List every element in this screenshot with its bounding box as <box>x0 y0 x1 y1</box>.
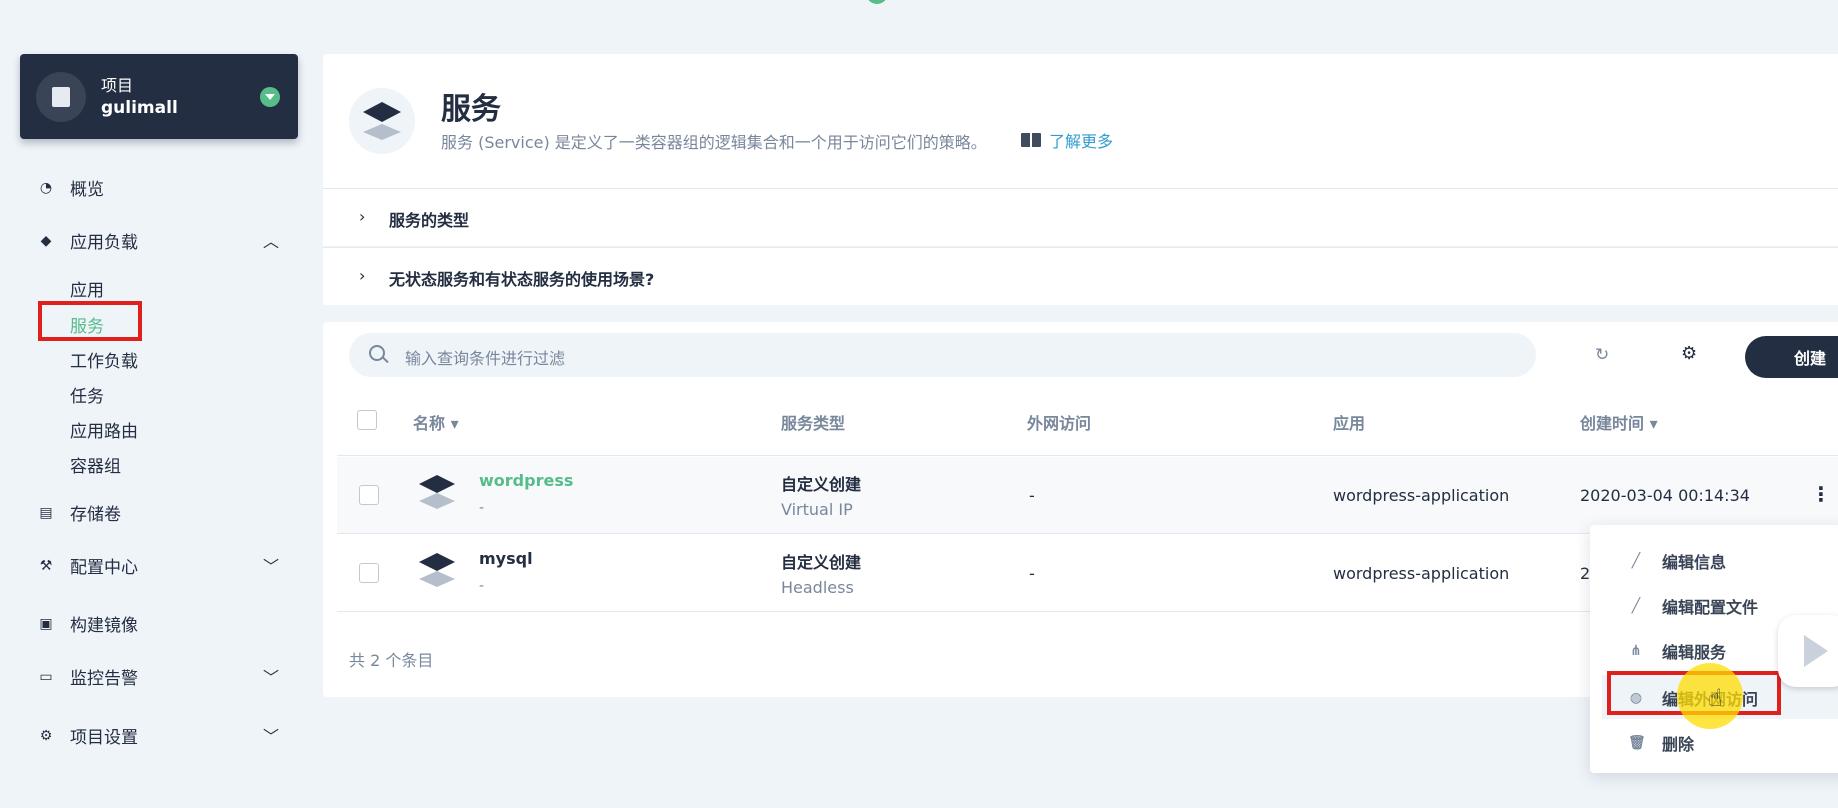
nav-settings-label: 项目设置 <box>70 728 138 748</box>
service-type-detail: Headless <box>781 578 854 597</box>
learn-more-label: 了解更多 <box>1049 132 1114 151</box>
menu-item-label: 编辑信息 <box>1662 553 1727 572</box>
nav-config[interactable]: ⚒ 配置中心 <box>38 553 138 579</box>
page-title: 服务 <box>441 92 501 127</box>
nav-overview[interactable]: ◔ 概览 <box>38 175 104 201</box>
column-name[interactable]: 名称 ▾ <box>413 410 459 434</box>
service-type: 自定义创建 <box>781 553 862 572</box>
nav-images[interactable]: ▣ 构建镜像 <box>38 611 138 637</box>
created-time: 2 <box>1580 564 1591 583</box>
row-checkbox[interactable] <box>359 563 379 583</box>
chevron-right-icon: › <box>359 266 366 285</box>
storage-icon: ▤ <box>39 504 53 521</box>
nav-workloads-label: 应用负载 <box>70 233 138 253</box>
project-label: 项目 <box>101 76 134 95</box>
nav-storage-label: 存储卷 <box>70 505 121 525</box>
nav-images-label: 构建镜像 <box>70 616 138 636</box>
monitor-icon: ▭ <box>39 668 53 685</box>
page-header: 服务 服务 (Service) 是定义了一类容器组的逻辑集合和一个用于访问它们的… <box>323 54 1838 188</box>
service-name-link[interactable]: mysql <box>479 549 533 568</box>
column-created[interactable]: 创建时间 ▾ <box>1580 410 1658 434</box>
sub-nav-jobs[interactable]: 任务 <box>70 382 104 407</box>
gear-icon: ⚙ <box>39 727 53 744</box>
service-icon <box>419 553 455 587</box>
nav-monitoring[interactable]: ▭ 监控告警 <box>38 664 138 690</box>
hand-cursor-icon: ☝ <box>1708 684 1723 712</box>
project-name: gulimall <box>101 98 178 118</box>
service-type-detail: Virtual IP <box>781 500 853 519</box>
search-input[interactable]: 输入查询条件进行过滤 <box>349 333 1536 377</box>
menu-edit-info[interactable]: ╱ 编辑信息 <box>1628 549 1726 573</box>
service-name-link[interactable]: wordpress <box>479 471 573 490</box>
gear-icon[interactable]: ⚙ <box>1681 343 1697 364</box>
sub-nav-apps[interactable]: 应用 <box>70 276 104 301</box>
book-icon <box>1021 133 1041 147</box>
accordion-label: 无状态服务和有状态服务的使用场景? <box>389 270 655 289</box>
search-icon <box>369 345 385 361</box>
service-subtext: - <box>479 500 485 516</box>
project-icon <box>36 72 86 122</box>
refresh-icon[interactable]: ↻ <box>1595 345 1609 365</box>
external-access: - <box>1029 564 1035 583</box>
column-name-label: 名称 <box>413 414 446 433</box>
project-selector[interactable]: 项目 gulimall <box>20 54 298 139</box>
accordion-usage-scenarios[interactable]: › 无状态服务和有状态服务的使用场景? <box>323 247 1838 305</box>
external-access: - <box>1029 486 1035 505</box>
play-icon[interactable] <box>1778 615 1838 687</box>
menu-item-label: 编辑配置文件 <box>1662 598 1759 617</box>
nav-storage[interactable]: ▤ 存储卷 <box>38 500 121 526</box>
sub-nav-routes[interactable]: 应用路由 <box>70 417 138 442</box>
dashboard-icon: ◔ <box>39 179 53 196</box>
created-time: 2020-03-04 00:14:34 <box>1580 486 1750 505</box>
menu-edit-service[interactable]: ⋔ 编辑服务 <box>1628 639 1726 663</box>
chevron-right-icon: › <box>359 207 366 226</box>
column-external: 外网访问 <box>1027 414 1092 433</box>
sub-nav-workloads[interactable]: 工作负载 <box>70 347 138 372</box>
chevron-down-icon[interactable]: ﹀ <box>263 723 279 747</box>
total-count: 共 2 个条目 <box>349 651 434 670</box>
nav-overview-label: 概览 <box>70 180 104 200</box>
image-builder-icon: ▣ <box>39 615 53 632</box>
search-placeholder: 输入查询条件进行过滤 <box>405 349 566 368</box>
layers-icon: ◆ <box>40 232 52 249</box>
menu-item-label: 删除 <box>1662 735 1695 754</box>
app-name: wordpress-application <box>1333 486 1510 505</box>
chevron-up-icon[interactable]: ︿ <box>263 228 279 252</box>
select-all-checkbox[interactable] <box>357 410 377 430</box>
menu-edit-yaml[interactable]: ╱ 编辑配置文件 <box>1628 594 1758 618</box>
more-actions-icon[interactable]: ⋮ <box>1811 482 1831 506</box>
logo-fragment <box>866 0 888 4</box>
service-icon <box>349 88 415 154</box>
topology-icon: ⋔ <box>1630 643 1642 659</box>
menu-item-label: 编辑服务 <box>1662 643 1727 662</box>
nav-settings[interactable]: ⚙ 项目设置 <box>38 723 138 749</box>
accordion-service-types[interactable]: › 服务的类型 <box>323 188 1838 246</box>
nav-config-label: 配置中心 <box>70 558 138 578</box>
highlight-box <box>38 301 142 341</box>
nav-workloads[interactable]: ◆ 应用负载 <box>38 228 138 254</box>
nav-monitoring-label: 监控告警 <box>70 669 138 689</box>
pencil-icon: ╱ <box>1631 553 1641 569</box>
row-checkbox[interactable] <box>359 485 379 505</box>
wrench-icon: ⚒ <box>39 557 53 574</box>
service-type: 自定义创建 <box>781 475 862 494</box>
chevron-down-icon[interactable]: ﹀ <box>263 664 279 688</box>
chevron-down-icon[interactable]: ﹀ <box>263 553 279 577</box>
row-divider <box>337 455 1838 456</box>
chevron-down-icon[interactable] <box>260 87 280 107</box>
app-name: wordpress-application <box>1333 564 1510 583</box>
service-subtext: - <box>479 578 485 594</box>
accordion-label: 服务的类型 <box>389 211 470 230</box>
pencil-icon: ╱ <box>1631 598 1641 614</box>
column-app: 应用 <box>1333 414 1366 433</box>
menu-delete[interactable]: 🗑 删除 <box>1628 731 1694 755</box>
create-button[interactable]: 创建 <box>1745 336 1838 378</box>
column-created-label: 创建时间 <box>1580 414 1645 433</box>
service-icon <box>419 475 455 509</box>
learn-more-link[interactable]: 了解更多 <box>1021 128 1113 152</box>
trash-icon: 🗑 <box>1628 735 1646 751</box>
page-description: 服务 (Service) 是定义了一类容器组的逻辑集合和一个用于访问它们的策略。 <box>441 133 987 152</box>
sub-nav-pods[interactable]: 容器组 <box>70 452 121 477</box>
column-type: 服务类型 <box>781 414 846 433</box>
